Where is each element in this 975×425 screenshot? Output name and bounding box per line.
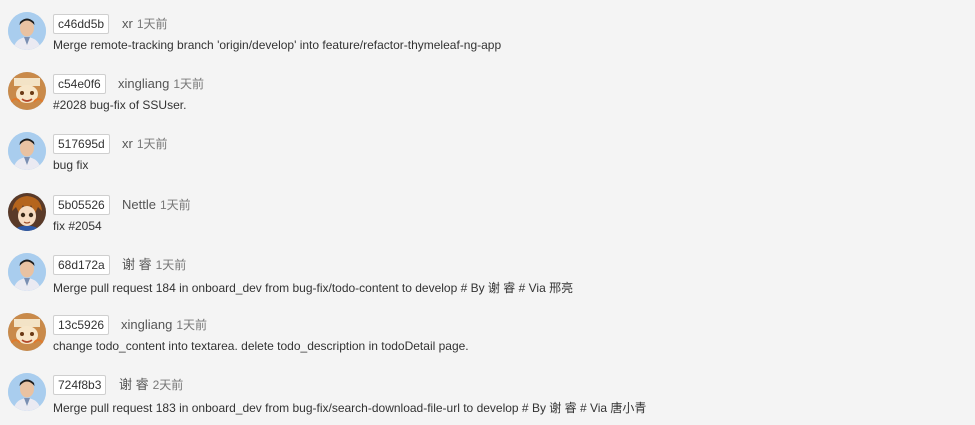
commit-sha[interactable]: 5b05526 [53,195,110,215]
commit-time: 1天前 [136,137,168,151]
commit-item: 13c5926 xingliang 1天前 change todo_content… [0,313,975,373]
author-name[interactable]: Nettle [122,197,156,212]
commit-time: 1天前 [136,17,168,31]
commit-message: Merge pull request 183 in onboard_dev fr… [53,401,647,415]
commit-item: 5b05526 Nettle 1天前 fix #2054 [0,193,975,253]
commit-item: 517695d xr 1天前 bug fix [0,132,975,192]
commit-message: Merge remote-tracking branch 'origin/dev… [53,38,502,52]
commit-list: c46dd5b xr 1天前 Merge remote-tracking bran… [0,0,975,425]
man-portrait-icon[interactable] [8,12,46,50]
commit-sha[interactable]: 517695d [53,134,110,154]
commit-sha[interactable]: c46dd5b [53,14,110,34]
commit-item: c46dd5b xr 1天前 Merge remote-tracking bran… [0,12,975,72]
commit-time: 1天前 [176,318,208,332]
anime-character-icon[interactable] [8,193,46,231]
author-name[interactable]: xingliang [118,76,169,91]
author-name[interactable]: xr [122,16,133,31]
man-portrait-icon[interactable] [8,132,46,170]
commit-message: fix #2054 [53,219,102,233]
commit-message: #2028 bug-fix of SSUser. [53,98,187,112]
cartoon-character-icon[interactable] [8,72,46,110]
commit-time: 1天前 [159,198,191,212]
commit-message: Merge pull request 184 in onboard_dev fr… [53,281,574,295]
cartoon-character-icon[interactable] [8,313,46,351]
commit-item: 724f8b3 谢 睿 2天前 Merge pull request 183 in… [0,373,975,425]
commit-meta: Nettle 1天前 [122,196,191,214]
commit-meta: 谢 睿 1天前 [122,256,186,274]
commit-sha[interactable]: 13c5926 [53,315,110,335]
commit-sha[interactable]: 68d172a [53,255,110,275]
author-name[interactable]: xr [122,136,133,151]
commit-meta: xingliang 1天前 [118,75,204,93]
commit-meta: xr 1天前 [122,15,168,33]
commit-item: c54e0f6 xingliang 1天前 #2028 bug-fix of SS… [0,72,975,132]
commit-time: 1天前 [173,77,205,91]
commit-item: 68d172a 谢 睿 1天前 Merge pull request 184 in… [0,253,975,313]
commit-sha[interactable]: 724f8b3 [53,375,107,395]
commit-sha[interactable]: c54e0f6 [53,74,106,94]
author-name[interactable]: 谢 睿 [119,377,149,392]
author-name[interactable]: xingliang [121,317,172,332]
man-portrait-icon[interactable] [8,373,46,411]
man-portrait-icon[interactable] [8,253,46,291]
commit-meta: 谢 睿 2天前 [119,376,183,394]
commit-time: 1天前 [155,258,187,272]
commit-meta: xingliang 1天前 [121,316,207,334]
commit-message: change todo_content into textarea. delet… [53,339,469,353]
commit-meta: xr 1天前 [122,135,168,153]
commit-time: 2天前 [152,378,184,392]
author-name[interactable]: 谢 睿 [122,257,152,272]
commit-message: bug fix [53,158,89,172]
